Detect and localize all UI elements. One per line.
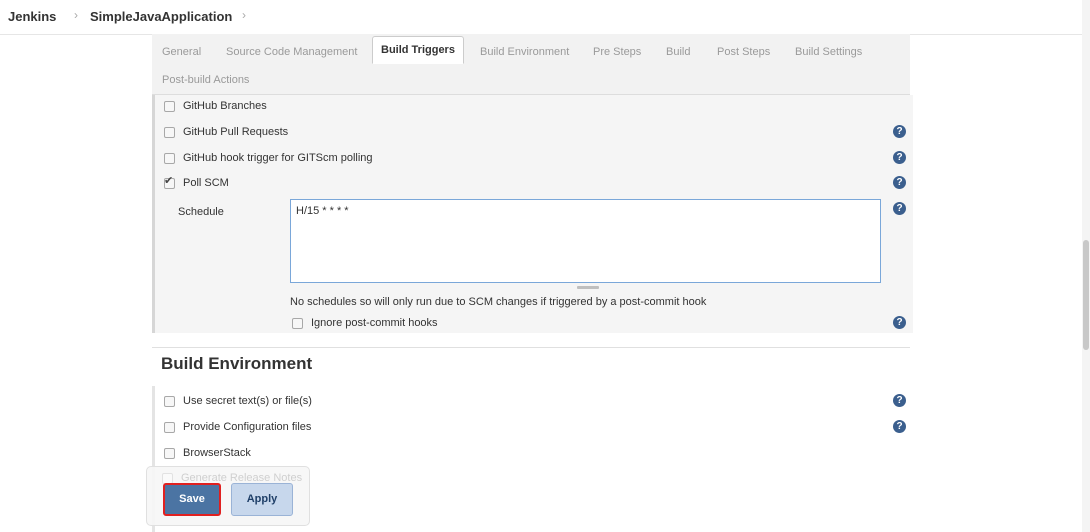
browserstack-label: BrowserStack [183,447,251,459]
tab-build[interactable]: Build [660,42,696,62]
help-icon[interactable]: ? [893,394,906,407]
build-environment-title: Build Environment [161,354,313,373]
env-browserstack[interactable]: BrowserStack [164,447,251,459]
github-pull-requests-checkbox[interactable] [164,126,175,138]
breadcrumb-project[interactable]: SimpleJavaApplication [90,9,232,24]
config-files-label: Provide Configuration files [183,421,312,433]
breadcrumb: Jenkins › SimpleJavaApplication › [0,0,1090,35]
tab-pre-steps[interactable]: Pre Steps [587,42,647,62]
tab-post-steps[interactable]: Post Steps [711,42,776,62]
ignore-post-commit-hooks[interactable]: Ignore post-commit hooks [292,317,438,329]
schedule-textarea[interactable]: H/15 * * * * [290,199,881,283]
trigger-github-hook[interactable]: GitHub hook trigger for GITScm polling [164,152,373,164]
secret-text-label: Use secret text(s) or file(s) [183,395,312,407]
textarea-resize-handle[interactable] [577,286,599,289]
breadcrumb-dropdown-icon[interactable]: › [242,8,246,22]
tab-build-triggers[interactable]: Build Triggers [372,36,464,64]
github-branches-label: GitHub Branches [183,100,267,112]
config-files-checkbox[interactable] [164,421,175,433]
poll-scm-label: Poll SCM [183,177,229,189]
help-icon[interactable]: ? [893,420,906,433]
secret-text-checkbox[interactable] [164,395,175,407]
tab-build-environment[interactable]: Build Environment [474,42,575,62]
github-branches-checkbox[interactable] [164,100,175,112]
help-icon[interactable]: ? [893,316,906,329]
save-button[interactable]: Save [163,483,221,516]
job-config-panel: General Source Code Management Build Tri… [152,34,913,532]
tab-build-settings[interactable]: Build Settings [789,42,868,62]
section-divider [152,347,910,348]
apply-button[interactable]: Apply [231,483,293,516]
tab-general[interactable]: General [156,42,207,62]
github-hook-checkbox[interactable] [164,152,175,164]
trigger-github-branches[interactable]: GitHub Branches [164,100,267,112]
breadcrumb-separator-icon: › [74,8,78,22]
ignore-post-commit-hooks-label: Ignore post-commit hooks [311,317,438,329]
breadcrumb-jenkins[interactable]: Jenkins [8,9,56,24]
scrollbar-thumb[interactable] [1083,240,1089,350]
help-icon[interactable]: ? [893,202,906,215]
generate-release-notes-checkbox[interactable] [162,472,173,484]
github-hook-label: GitHub hook trigger for GITScm polling [183,152,373,164]
help-icon[interactable]: ? [893,151,906,164]
trigger-github-pull-requests[interactable]: GitHub Pull Requests [164,126,288,138]
poll-scm-checkbox[interactable] [164,174,175,189]
page-scrollbar[interactable] [1082,0,1090,532]
schedule-hint-text: No schedules so will only run due to SCM… [290,296,707,308]
tab-post-build-actions[interactable]: Post-build Actions [156,70,255,90]
config-tab-bar: General Source Code Management Build Tri… [152,34,910,95]
trigger-poll-scm[interactable]: Poll SCM [164,174,229,189]
schedule-label: Schedule [178,206,224,218]
github-pull-requests-label: GitHub Pull Requests [183,126,289,138]
browserstack-checkbox[interactable] [164,447,175,459]
help-icon[interactable]: ? [893,125,906,138]
help-icon[interactable]: ? [893,176,906,189]
env-secret-text[interactable]: Use secret text(s) or file(s) [164,395,312,407]
tab-source-code-management[interactable]: Source Code Management [220,42,363,62]
env-config-files[interactable]: Provide Configuration files [164,421,311,433]
ignore-post-commit-hooks-checkbox[interactable] [292,317,303,329]
